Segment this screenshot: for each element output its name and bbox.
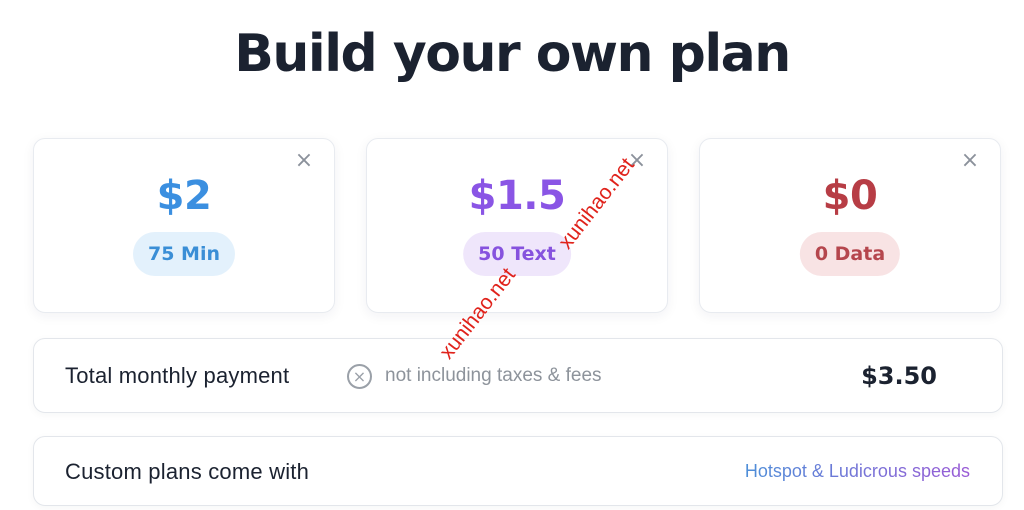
plan-card-data[interactable]: × $0 0 Data bbox=[699, 138, 1001, 313]
plan-price: $1.5 bbox=[468, 173, 566, 219]
taxes-note: not including taxes & fees bbox=[385, 365, 602, 386]
close-icon[interactable]: × bbox=[960, 150, 980, 172]
close-circle-icon[interactable]: × bbox=[347, 364, 372, 389]
close-icon[interactable]: × bbox=[294, 150, 314, 172]
close-icon[interactable]: × bbox=[627, 150, 647, 172]
custom-plans-label: Custom plans come with bbox=[65, 459, 310, 484]
custom-plans-row[interactable]: Custom plans come with Hotspot & Ludicro… bbox=[33, 436, 1003, 506]
plan-card-text[interactable]: × $1.5 50 Text bbox=[366, 138, 668, 313]
custom-plans-features: Hotspot & Ludicrous speeds bbox=[744, 461, 970, 481]
plan-card-minutes[interactable]: × $2 75 Min bbox=[33, 138, 335, 313]
plan-amount-badge: 0 Data bbox=[799, 232, 901, 276]
page-title: Build your own plan bbox=[234, 24, 791, 84]
plan-amount-badge: 50 Text bbox=[463, 232, 571, 276]
total-label: Total monthly payment bbox=[65, 363, 290, 388]
plan-price: $0 bbox=[822, 173, 878, 219]
total-amount: $3.50 bbox=[861, 362, 937, 390]
plan-price: $2 bbox=[156, 173, 212, 219]
plan-amount-badge: 75 Min bbox=[132, 232, 236, 276]
total-payment-row: Total monthly payment × not including ta… bbox=[33, 338, 1003, 413]
